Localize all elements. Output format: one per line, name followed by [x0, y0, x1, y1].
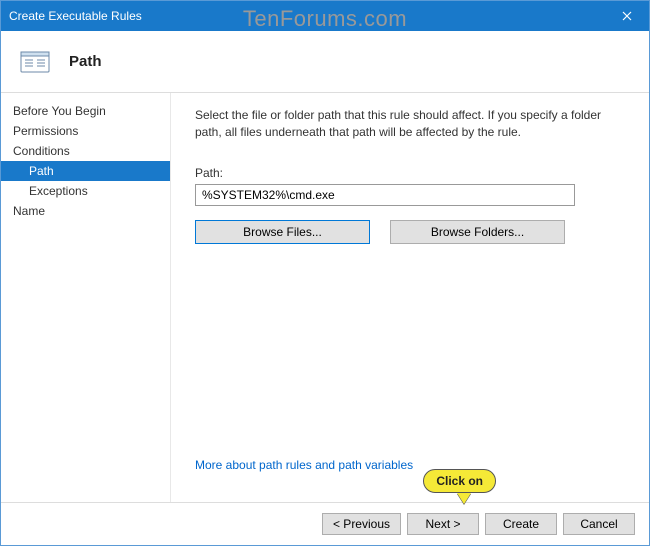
close-button[interactable] [605, 1, 649, 31]
sidebar-item-path[interactable]: Path [1, 161, 170, 181]
page-title: Path [69, 53, 102, 70]
window-title: Create Executable Rules [9, 9, 605, 23]
path-input[interactable] [195, 184, 575, 206]
sidebar-item-exceptions[interactable]: Exceptions [1, 181, 170, 201]
help-link[interactable]: More about path rules and path variables [195, 458, 625, 472]
footer: < Previous Next > Create Cancel [1, 502, 649, 545]
next-button[interactable]: Next > [407, 513, 479, 535]
sidebar-item-name[interactable]: Name [1, 201, 170, 221]
dialog-window: Create Executable Rules Path Before You … [0, 0, 650, 546]
sidebar-item-permissions[interactable]: Permissions [1, 121, 170, 141]
previous-button[interactable]: < Previous [322, 513, 401, 535]
body: Before You Begin Permissions Conditions … [1, 93, 649, 502]
create-button[interactable]: Create [485, 513, 557, 535]
titlebar: Create Executable Rules [1, 1, 649, 31]
browse-files-button[interactable]: Browse Files... [195, 220, 370, 244]
main-panel: Select the file or folder path that this… [171, 93, 649, 502]
browse-row: Browse Files... Browse Folders... [195, 220, 625, 244]
header: Path [1, 31, 649, 93]
callout-text: Click on [423, 469, 496, 493]
description-text: Select the file or folder path that this… [195, 107, 625, 142]
sidebar-item-conditions[interactable]: Conditions [1, 141, 170, 161]
cancel-button[interactable]: Cancel [563, 513, 635, 535]
close-icon [622, 11, 632, 21]
callout-tail [457, 493, 471, 504]
browse-folders-button[interactable]: Browse Folders... [390, 220, 565, 244]
callout-annotation: Click on [423, 469, 496, 504]
path-label: Path: [195, 166, 625, 180]
page-icon [19, 46, 51, 78]
sidebar-item-before-you-begin[interactable]: Before You Begin [1, 101, 170, 121]
sidebar: Before You Begin Permissions Conditions … [1, 93, 171, 502]
